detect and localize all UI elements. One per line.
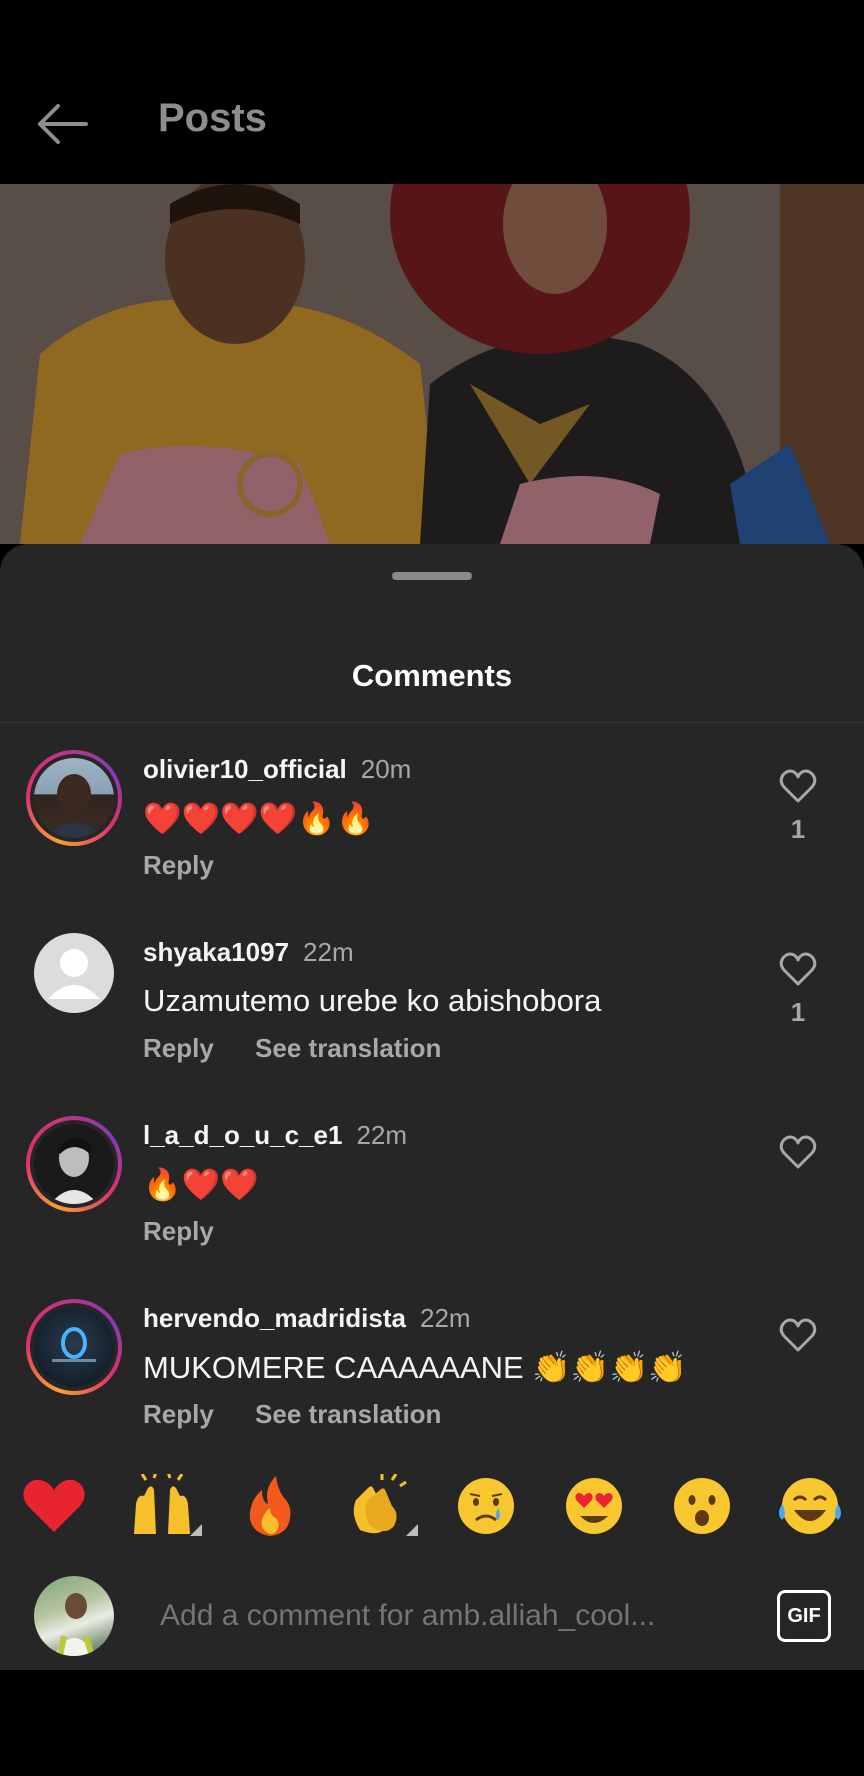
arrow-left-icon[interactable] [34, 102, 90, 146]
clapping-hands-icon[interactable] [342, 1473, 414, 1538]
comment-item: l_a_d_o_u_c_e1 22m 🔥❤️❤️ Reply [0, 1116, 864, 1296]
sheet-title: Comments [351, 658, 513, 693]
system-nav-area [0, 1670, 864, 1776]
tears-of-joy-face-icon[interactable] [774, 1474, 846, 1538]
heart-eyes-face-icon[interactable] [558, 1474, 630, 1538]
comment-username[interactable]: shyaka1097 22m [143, 937, 354, 968]
page-title: Posts [158, 96, 267, 140]
quick-reactions-bar [0, 1466, 864, 1546]
see-translation-button[interactable]: See translation [255, 1399, 441, 1429]
comment-item: shyaka1097 22m Uzamutemo urebe ko abishob… [0, 933, 864, 1113]
crying-face-icon[interactable] [450, 1474, 522, 1538]
comment-item: olivier10_official 20m ❤️❤️❤️❤️🔥🔥 Reply 1 [0, 750, 864, 930]
heart-icon[interactable] [778, 1132, 818, 1172]
comment-time: 22m [356, 1120, 408, 1150]
reply-button[interactable]: Reply [143, 1216, 214, 1246]
comment-text: Uzamutemo urebe ko abishobora [143, 983, 602, 1018]
comment-actions: Reply [143, 1216, 248, 1247]
raising-hands-icon[interactable] [126, 1471, 198, 1538]
comment-actions: Reply See translation [143, 1033, 475, 1064]
comment-composer: GIF [0, 1560, 864, 1670]
like-count: 1 [790, 997, 806, 1027]
variant-indicator [190, 1524, 202, 1536]
like-count: 1 [790, 814, 806, 844]
comment-actions: Reply [143, 850, 248, 881]
post-image [0, 184, 864, 544]
avatar[interactable] [26, 750, 122, 846]
divider [0, 722, 864, 723]
surprised-face-icon[interactable] [666, 1474, 738, 1538]
reply-button[interactable]: Reply [143, 1033, 214, 1063]
variant-indicator [406, 1524, 418, 1536]
comment-input[interactable] [158, 1590, 722, 1642]
comment-text: ❤️❤️❤️❤️🔥🔥 [143, 801, 375, 836]
avatar[interactable] [34, 933, 114, 1013]
comment-username[interactable]: l_a_d_o_u_c_e1 22m [143, 1120, 407, 1151]
current-user-avatar [34, 1576, 114, 1656]
comment-username[interactable]: hervendo_madridista 22m [143, 1303, 471, 1334]
comment-text: MUKOMERE CAAAAAANE 👏👏👏👏 [143, 1350, 687, 1385]
reply-button[interactable]: Reply [143, 1399, 214, 1429]
avatar[interactable] [26, 1299, 122, 1395]
top-bar: Posts [0, 0, 864, 184]
reply-button[interactable]: Reply [143, 850, 214, 880]
comment-item: hervendo_madridista 22m MUKOMERE CAAAAAAN… [0, 1299, 864, 1479]
comment-time: 22m [419, 1303, 471, 1333]
fire-icon[interactable] [234, 1474, 306, 1538]
heart-icon[interactable] [778, 766, 818, 806]
comment-time: 22m [303, 937, 354, 967]
gif-button[interactable]: GIF [777, 1590, 831, 1642]
comment-time: 20m [360, 754, 412, 784]
red-heart-icon[interactable] [18, 1474, 90, 1538]
comment-username[interactable]: olivier10_official 20m [143, 754, 411, 785]
sheet-drag-handle[interactable] [392, 572, 472, 580]
comment-actions: Reply See translation [143, 1399, 475, 1430]
heart-icon[interactable] [778, 1315, 818, 1355]
image-dim-overlay [0, 184, 864, 544]
see-translation-button[interactable]: See translation [255, 1033, 441, 1063]
comment-text: 🔥❤️❤️ [143, 1167, 259, 1202]
heart-icon[interactable] [778, 949, 818, 989]
avatar[interactable] [26, 1116, 122, 1212]
